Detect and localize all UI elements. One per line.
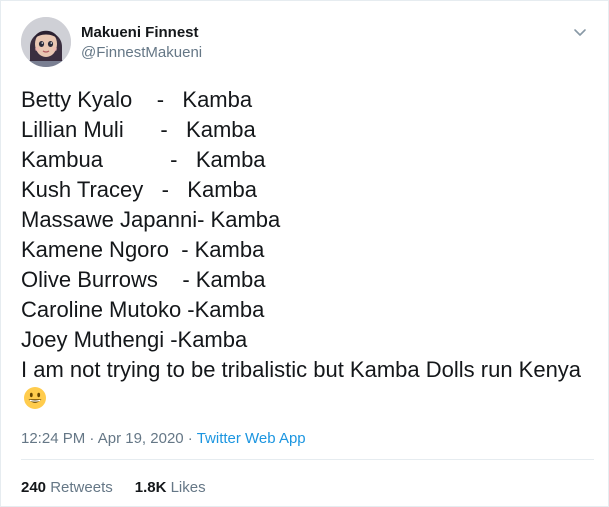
tweet-line: Lillian Muli - Kamba [21, 117, 256, 142]
avatar[interactable] [21, 17, 71, 67]
tweet-line: Massawe Japanni- Kamba [21, 207, 281, 232]
tweet-line: Kamene Ngoro - Kamba [21, 237, 265, 262]
likes-label: Likes [170, 479, 206, 496]
tweet-date[interactable]: Apr 19, 2020 [98, 430, 184, 447]
tweet-time[interactable]: 12:24 PM [21, 430, 85, 447]
divider [21, 459, 594, 460]
tweet-closing-line: I am not trying to be tribalistic but Ka… [21, 355, 596, 415]
likes-stat[interactable]: 1.8K Likes [135, 479, 206, 496]
tweet-header: Makueni Finnest @FinnestMakueni [21, 15, 591, 71]
meta-separator: · [85, 430, 98, 447]
user-info: Makueni Finnest @FinnestMakueni [81, 23, 202, 63]
tweet-text: Betty Kyalo - Kamba Lillian Muli - Kamba… [21, 85, 596, 415]
tweet-card: Makueni Finnest @FinnestMakueni Betty Ky… [0, 0, 609, 507]
meta-separator: · [183, 430, 197, 447]
likes-count: 1.8K [134, 479, 167, 496]
tweet-line: Kambua - Kamba [21, 147, 266, 172]
grinning-face-emoji [23, 386, 47, 410]
chevron-down-icon[interactable] [569, 21, 591, 43]
retweets-label: Retweets [50, 479, 113, 496]
tweet-line: Betty Kyalo - Kamba [21, 87, 253, 112]
tweet-line: Joey Muthengi -Kamba [21, 327, 248, 352]
tweet-meta: 12:24 PM · Apr 19, 2020 · Twitter Web Ap… [21, 429, 306, 449]
retweets-stat[interactable]: 240 Retweets [21, 479, 113, 496]
tweet-stats: 240 Retweets 1.8K Likes [21, 478, 206, 498]
tweet-line: Olive Burrows - Kamba [21, 267, 266, 292]
tweet-source-link[interactable]: Twitter Web App [197, 430, 306, 447]
tweet-line: Caroline Mutoko -Kamba [21, 297, 265, 322]
user-handle[interactable]: @FinnestMakueni [81, 43, 202, 63]
tweet-line: Kush Tracey - Kamba [21, 177, 257, 202]
tweet-closing-text: I am not trying to be tribalistic but Ka… [21, 357, 582, 382]
retweets-count: 240 [21, 479, 47, 496]
display-name[interactable]: Makueni Finnest [81, 23, 202, 43]
